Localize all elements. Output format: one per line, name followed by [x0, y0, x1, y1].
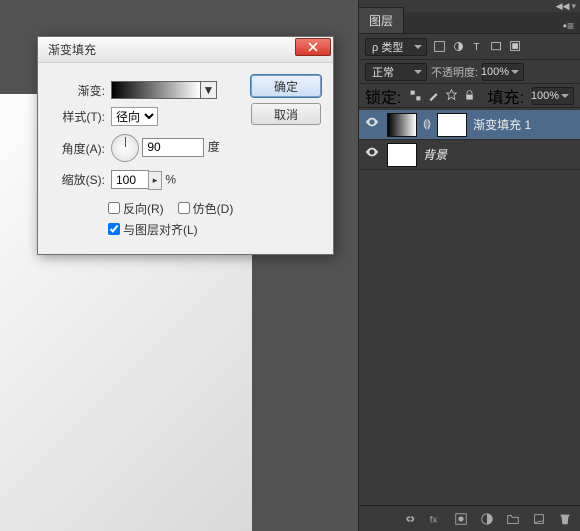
filter-adjust-icon[interactable] — [452, 40, 465, 53]
filter-shape-icon[interactable] — [490, 40, 503, 53]
mask-thumbnail[interactable] — [437, 113, 467, 137]
dither-checkbox[interactable]: 仿色(D) — [178, 200, 234, 217]
filter-pixel-icon[interactable] — [433, 40, 446, 53]
gradient-preview[interactable] — [111, 81, 201, 99]
scale-input[interactable] — [111, 170, 149, 189]
new-layer-icon[interactable] — [532, 512, 546, 526]
layer-style-icon[interactable]: fx — [428, 512, 442, 526]
close-button[interactable] — [295, 38, 331, 56]
dialog-titlebar[interactable]: 渐变填充 — [38, 37, 333, 63]
ok-button[interactable]: 确定 — [251, 75, 321, 97]
lock-icons — [409, 89, 476, 102]
lock-pixels-icon[interactable] — [427, 89, 440, 102]
opacity-label: 不透明度: — [431, 64, 478, 80]
blend-opacity-row: 正常 不透明度: 100% — [359, 60, 580, 84]
filter-type-dropdown[interactable]: ρ 类型 — [365, 38, 427, 56]
collapse-icon[interactable]: ◀◀ — [556, 1, 570, 12]
reverse-label: 反向(R) — [123, 200, 164, 217]
blend-mode-dropdown[interactable]: 正常 — [365, 63, 427, 81]
panel-footer: fx — [359, 505, 580, 531]
scale-label: 缩放(S): — [50, 166, 108, 194]
layer-thumbnail[interactable] — [387, 113, 417, 137]
new-group-icon[interactable] — [506, 512, 520, 526]
lock-all-icon[interactable] — [463, 89, 476, 102]
style-label: 样式(T): — [50, 103, 108, 130]
lock-fill-row: 锁定: 填充: 100% — [359, 84, 580, 108]
align-checkbox[interactable]: 与图层对齐(L) — [108, 221, 321, 238]
lock-position-icon[interactable] — [445, 89, 458, 102]
panel-flyout-icon[interactable]: •≡ — [557, 19, 580, 33]
gradient-label: 渐变: — [50, 77, 108, 103]
link-icon[interactable]: ⟬⟭ — [423, 118, 431, 131]
angle-unit: 度 — [208, 140, 220, 154]
tab-layers[interactable]: 图层 — [359, 7, 404, 33]
angle-input[interactable] — [142, 138, 204, 157]
lock-label: 锁定: — [365, 84, 401, 108]
fill-label: 填充: — [488, 84, 524, 108]
new-adjustment-icon[interactable] — [480, 512, 494, 526]
opacity-input[interactable]: 100% — [482, 63, 524, 81]
angle-label: 角度(A): — [50, 130, 108, 166]
fill-input[interactable]: 100% — [532, 87, 574, 105]
add-mask-icon[interactable] — [454, 512, 468, 526]
filter-type-icon[interactable]: T — [471, 40, 484, 53]
svg-text:T: T — [473, 42, 479, 53]
cancel-button[interactable]: 取消 — [251, 103, 321, 125]
layer-name[interactable]: 背景 — [423, 146, 447, 163]
svg-text:fx: fx — [430, 514, 438, 525]
layers-list: ⟬⟭ 渐变填充 1 背景 — [359, 108, 580, 170]
delete-layer-icon[interactable] — [558, 512, 572, 526]
layer-row[interactable]: 背景 — [359, 140, 580, 170]
layer-name[interactable]: 渐变填充 1 — [473, 116, 531, 133]
visibility-toggle[interactable] — [363, 115, 381, 134]
dither-label: 仿色(D) — [193, 200, 234, 217]
link-layers-icon[interactable] — [402, 512, 416, 526]
style-dropdown[interactable]: 径向 — [111, 107, 158, 126]
scale-unit: % — [165, 173, 176, 187]
scale-stepper[interactable]: ▸ — [148, 171, 162, 190]
panel-menu-icon[interactable]: ▾ — [571, 1, 576, 12]
align-label: 与图层对齐(L) — [123, 221, 198, 238]
layer-row[interactable]: ⟬⟭ 渐变填充 1 — [359, 110, 580, 140]
filter-smart-icon[interactable] — [509, 40, 522, 53]
dialog-title: 渐变填充 — [48, 41, 96, 58]
layer-thumbnail[interactable] — [387, 143, 417, 167]
panel-tab-bar: 图层 •≡ — [359, 12, 580, 34]
gradient-dropdown-arrow[interactable]: ▼ — [201, 81, 217, 99]
close-icon — [308, 42, 318, 52]
gradient-fill-dialog: 渐变填充 确定 取消 渐变: ▼ 样式(T): 径向 — [37, 36, 334, 255]
filter-icon-bar: T — [433, 40, 522, 53]
layer-filter-row: ρ 类型 T — [359, 34, 580, 60]
angle-dial[interactable] — [111, 134, 139, 162]
lock-transparency-icon[interactable] — [409, 89, 422, 102]
visibility-toggle[interactable] — [363, 145, 381, 164]
reverse-checkbox[interactable]: 反向(R) — [108, 200, 164, 217]
layers-panel: ◀◀ ▾ 图层 •≡ ρ 类型 T 正常 不透明度: 100% 锁定: 填充: … — [358, 0, 580, 531]
